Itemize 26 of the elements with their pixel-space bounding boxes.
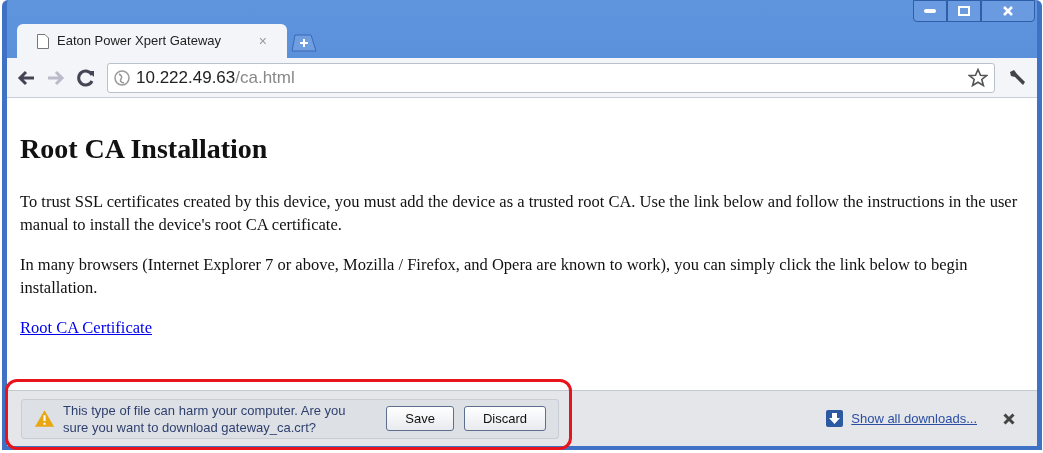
globe-icon bbox=[114, 69, 130, 86]
paragraph: To trust SSL certificates created by this device, you must add the device as a trusted root CA. Use the link below and follow the instructions in the user manual to install the device's root CA certificate. bbox=[20, 191, 1019, 236]
browser-tab[interactable]: Eaton Power Xpert Gateway × bbox=[17, 24, 287, 58]
warning-message: This type of file can harm your computer. Are you sure you want to download gateway_ca.crt? bbox=[63, 401, 347, 436]
warning-icon bbox=[34, 409, 56, 428]
url-host: 10.222.49.63 bbox=[136, 67, 236, 87]
close-window-button[interactable] bbox=[981, 0, 1035, 22]
save-button[interactable]: Save bbox=[386, 406, 454, 431]
new-tab-icon[interactable] bbox=[291, 34, 317, 52]
reload-icon[interactable] bbox=[77, 68, 95, 87]
show-all-downloads-link[interactable]: Show all downloads... bbox=[851, 408, 977, 429]
minimize-button[interactable] bbox=[913, 0, 947, 22]
page-icon bbox=[37, 33, 49, 49]
download-icon bbox=[826, 410, 844, 427]
paragraph: In many browsers (Internet Explorer 7 or above, Mozilla / Firefox, and Opera are known to work), you can simply click the link below to begin installation. bbox=[20, 254, 969, 299]
tab-title: Eaton Power Xpert Gateway bbox=[57, 32, 223, 51]
close-icon bbox=[1003, 6, 1013, 16]
back-arrow-icon[interactable] bbox=[17, 69, 35, 86]
url-path: /ca.html bbox=[235, 67, 295, 87]
certificate-link[interactable]: Root CA Certificate bbox=[20, 316, 152, 341]
page-heading: Root CA Installation bbox=[20, 132, 269, 166]
address-bar[interactable]: 10.222.49.63/ca.html bbox=[107, 62, 995, 93]
maximize-button[interactable] bbox=[947, 0, 981, 22]
close-icon[interactable] bbox=[1003, 412, 1015, 425]
discard-button[interactable]: Discard bbox=[463, 406, 546, 431]
star-icon[interactable] bbox=[968, 67, 988, 88]
